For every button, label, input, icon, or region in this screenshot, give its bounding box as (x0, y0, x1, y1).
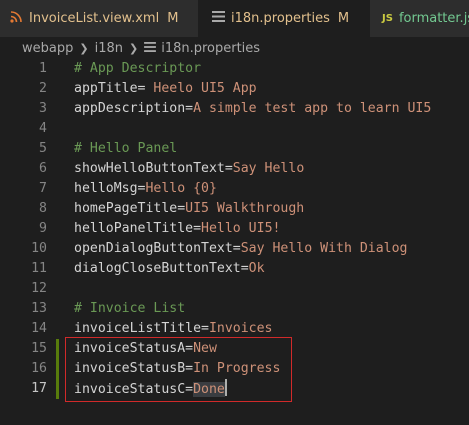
breadcrumb-i18n-properties[interactable]: i18n.properties (161, 41, 260, 56)
line-number: 10 (31, 241, 47, 256)
line-number: 14 (31, 321, 47, 336)
code-line: 6 showHelloButtonText=Say Hello (0, 159, 469, 179)
code-line: 5 # Hello Panel (0, 139, 469, 159)
line-number: 4 (39, 121, 47, 136)
modified-badge: M (167, 11, 179, 26)
property-value: Hello UI5! (201, 221, 281, 236)
line-number: 16 (31, 361, 47, 376)
line-number: 7 (39, 181, 47, 196)
line-number: 13 (31, 301, 47, 316)
line-number: 9 (39, 221, 47, 236)
tab-label: i18n.properties (231, 11, 330, 26)
code-line: 2 appTitle= Heelo UI5 App (0, 79, 469, 99)
added-line-marker (56, 359, 59, 379)
tab-i18n-properties[interactable]: i18n.properties M (198, 0, 370, 37)
property-value: Invoices (208, 321, 273, 336)
code-line: 10 openDialogButtonText=Say Hello With D… (0, 239, 469, 259)
property-key: invoiceListTitle= (74, 321, 209, 336)
property-value: Hello {0} (145, 181, 217, 196)
list-icon (212, 11, 225, 26)
line-number: 1 (39, 61, 47, 76)
chevron-right-icon: ❯ (128, 41, 139, 55)
line-number: 5 (39, 141, 47, 156)
property-key: homePageTitle= (74, 201, 186, 216)
property-key: showHelloButtonText= (74, 161, 233, 176)
comment: # App Descriptor (74, 61, 202, 76)
line-number: 8 (39, 201, 47, 216)
line-number: 3 (39, 101, 47, 116)
modified-badge: M (337, 11, 350, 26)
breadcrumb: webapp ❯ i18n ❯ i18n.properties (0, 37, 469, 59)
property-value: Heelo UI5 App (153, 81, 257, 96)
property-key: appDescription= (74, 101, 194, 116)
editor-tab-bar: InvoiceList.view.xml M i18n.properties M… (0, 0, 469, 37)
property-key: dialogCloseButtonText= (74, 261, 249, 276)
tab-formatter-js[interactable]: JS formatter.js (370, 0, 469, 37)
code-line: 4 (0, 119, 469, 139)
added-line-marker (56, 379, 59, 399)
added-line-marker (56, 339, 59, 359)
code-line: 1 # App Descriptor (0, 59, 469, 79)
code-line: 3 appDescription=A simple test app to le… (0, 99, 469, 119)
code-line: 12 (0, 279, 469, 299)
tab-label: formatter.js (398, 11, 469, 26)
property-key: helloPanelTitle= (74, 221, 202, 236)
code-line: 14 invoiceListTitle=Invoices (0, 319, 469, 339)
annotation-highlight-box (65, 337, 292, 402)
comment: # Hello Panel (74, 141, 178, 156)
property-value: UI5 Walkthrough (185, 201, 305, 216)
tab-label: InvoiceList.view.xml (29, 11, 160, 26)
line-number: 2 (39, 81, 47, 96)
property-value: Ok (248, 261, 265, 276)
line-number: 6 (39, 161, 47, 176)
tab-invoicelist-view-xml[interactable]: InvoiceList.view.xml M (0, 0, 198, 37)
property-value: Say Hello (232, 161, 305, 176)
code-line: 11 dialogCloseButtonText=Ok (0, 259, 469, 279)
code-line: 13 # Invoice List (0, 299, 469, 319)
property-value: Say Hello With Dialog (240, 241, 408, 256)
line-number: 17 (31, 381, 47, 396)
code-line: 9 helloPanelTitle=Hello UI5! (0, 219, 469, 239)
chevron-right-icon: ❯ (79, 41, 89, 55)
property-key: appTitle= (74, 81, 154, 96)
breadcrumb-webapp[interactable]: webapp (22, 41, 73, 56)
list-icon (144, 41, 157, 56)
breadcrumb-i18n[interactable]: i18n (95, 41, 123, 56)
property-key: helloMsg= (74, 181, 146, 196)
property-value: A simple test app to learn UI5 (193, 101, 432, 116)
property-key: openDialogButtonText= (74, 241, 241, 256)
line-number: 15 (31, 341, 47, 356)
line-number: 12 (31, 281, 47, 296)
js-icon: JS (382, 13, 393, 24)
code-line: 7 helloMsg=Hello {0} (0, 179, 469, 199)
rss-icon (10, 10, 23, 27)
code-line: 8 homePageTitle=UI5 Walkthrough (0, 199, 469, 219)
comment: # Invoice List (74, 301, 186, 316)
line-number: 11 (31, 261, 47, 276)
